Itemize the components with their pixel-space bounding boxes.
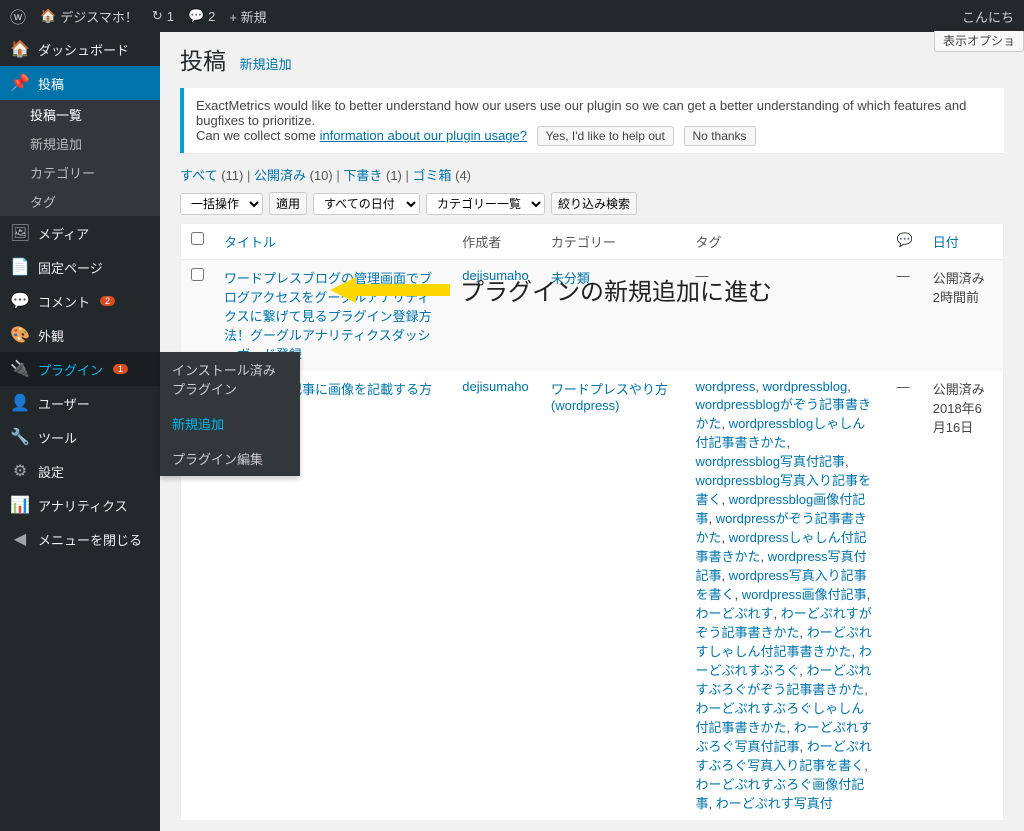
pin-icon: 📌	[10, 73, 30, 93]
row-checkbox[interactable]	[191, 268, 204, 281]
dashboard-icon: 🏠	[10, 39, 30, 59]
comments-indicator[interactable]: 💬 2	[188, 8, 215, 24]
post-date: 公開済み2時間前	[923, 260, 1003, 371]
sidebar-posts-cat[interactable]: カテゴリー	[0, 158, 160, 187]
post-author-link[interactable]: dejisumaho	[462, 379, 529, 394]
table-row: ワードプレスブログの管理画面でブログアクセスをグーグルアナリティクスに繋げて見る…	[181, 260, 1003, 371]
notice-no-button[interactable]: No thanks	[684, 126, 756, 146]
post-date: 公開済み2018年6月16日	[923, 371, 1003, 820]
sidebar-analytics[interactable]: 📊アナリティクス	[0, 488, 160, 522]
flyout-installed[interactable]: インストール済みプラグイン	[160, 352, 300, 406]
post-category-link[interactable]: 未分類	[551, 271, 590, 286]
post-tags: —	[685, 260, 886, 371]
tag-link[interactable]: わーどぷれす写真付	[716, 796, 833, 811]
tag-link[interactable]: wordpressblogしゃしん付記事書きかた	[695, 416, 865, 450]
post-comments: —	[887, 260, 923, 371]
tag-link[interactable]: wordpress	[695, 379, 755, 394]
sidebar-posts-new[interactable]: 新規追加	[0, 129, 160, 158]
collapse-icon: ◀	[10, 529, 30, 549]
sidebar-settings[interactable]: ⚙設定	[0, 454, 160, 488]
plugins-badge: 1	[113, 364, 128, 374]
sidebar-tools[interactable]: 🔧ツール	[0, 420, 160, 454]
sidebar-comments[interactable]: 💬コメント2	[0, 284, 160, 318]
category-filter-select[interactable]: カテゴリー一覧	[426, 193, 545, 215]
filter-button[interactable]	[551, 192, 637, 215]
sidebar-plugins[interactable]: 🔌プラグイン1	[0, 352, 160, 386]
col-author: 作成者	[452, 224, 541, 260]
notice-yes-button[interactable]: Yes, I'd like to help out	[537, 126, 674, 146]
greeting[interactable]: こんにち	[962, 7, 1014, 26]
notice-link[interactable]: information about our plugin usage?	[320, 128, 527, 143]
col-tags: タグ	[685, 224, 886, 260]
sidebar-appearance[interactable]: 🎨外観	[0, 318, 160, 352]
bulk-action-select[interactable]: 一括操作	[180, 193, 263, 215]
wp-logo-icon[interactable]: ⓦ	[10, 4, 26, 28]
post-tags: wordpress, wordpressblog, wordpressblogが…	[685, 371, 886, 820]
plugins-flyout: インストール済みプラグイン 新規追加 プラグイン編集	[160, 352, 300, 476]
updates[interactable]: ↻ 1	[152, 8, 174, 24]
media-icon: 🖼	[10, 223, 30, 243]
post-comments: —	[887, 371, 923, 820]
filter-published[interactable]: 公開済み	[254, 168, 306, 183]
users-icon: 👤	[10, 393, 30, 413]
appearance-icon: 🎨	[10, 325, 30, 345]
sidebar-posts-all[interactable]: 投稿一覧	[0, 100, 160, 129]
add-new-button[interactable]: 新規追加	[240, 57, 292, 72]
col-date[interactable]: 日付	[933, 235, 959, 250]
pages-icon: 📄	[10, 257, 30, 277]
sidebar-users[interactable]: 👤ユーザー	[0, 386, 160, 420]
filter-draft[interactable]: 下書き	[343, 168, 382, 183]
tag-link[interactable]: わーどぷれす	[695, 606, 773, 621]
apply-button[interactable]	[269, 192, 307, 215]
table-row: ブログ内の記事に画像を記載する方法！dejisumahoワードプレスやり方(wo…	[181, 371, 1003, 820]
col-category: カテゴリー	[541, 224, 686, 260]
sidebar-dashboard[interactable]: 🏠ダッシュボード	[0, 32, 160, 66]
sidebar-pages[interactable]: 📄固定ページ	[0, 250, 160, 284]
tools-icon: 🔧	[10, 427, 30, 447]
status-filters: すべて (11) | 公開済み (10) | 下書き (1) | ゴミ箱 (4)	[180, 165, 1004, 184]
notice: ExactMetrics would like to better unders…	[180, 88, 1004, 153]
post-category-link[interactable]: ワードプレスやり方(wordpress)	[551, 382, 668, 413]
col-comments: 💬	[887, 224, 923, 260]
tag-link[interactable]: wordpressblog	[763, 379, 848, 394]
sidebar-posts[interactable]: 📌投稿	[0, 66, 160, 100]
col-title[interactable]: タイトル	[224, 235, 276, 250]
flyout-edit[interactable]: プラグイン編集	[160, 441, 300, 476]
tag-link[interactable]: wordpressblog写真付記事	[695, 454, 845, 469]
plugins-icon: 🔌	[10, 359, 30, 379]
post-title-link[interactable]: ワードプレスブログの管理画面でブログアクセスをグーグルアナリティクスに繋げて見る…	[224, 271, 432, 362]
flyout-add-new[interactable]: 新規追加	[160, 406, 300, 441]
screen-options-button[interactable]: 表示オプショ	[934, 31, 1024, 52]
sidebar-media[interactable]: 🖼メディア	[0, 216, 160, 250]
site-name[interactable]: 🏠 デジスマホ！	[40, 7, 138, 26]
post-author-link[interactable]: dejisumaho	[462, 268, 529, 283]
filter-all[interactable]: すべて	[180, 168, 218, 183]
sidebar-collapse[interactable]: ◀メニューを閉じる	[0, 522, 160, 556]
comments-badge: 2	[100, 296, 115, 306]
notice-line2: Can we collect some	[196, 128, 320, 143]
new-content[interactable]: + 新規	[229, 7, 266, 26]
analytics-icon: 📊	[10, 495, 30, 515]
comments-icon: 💬	[10, 291, 30, 311]
sidebar-posts-tag[interactable]: タグ	[0, 187, 160, 216]
select-all-checkbox[interactable]	[191, 232, 204, 245]
settings-icon: ⚙	[10, 461, 30, 481]
page-title: 投稿	[180, 42, 226, 76]
date-filter-select[interactable]: すべての日付	[313, 193, 420, 215]
filter-trash[interactable]: ゴミ箱	[412, 168, 451, 183]
tag-link[interactable]: wordpress画像付記事	[742, 587, 867, 602]
notice-line1: ExactMetrics would like to better unders…	[196, 98, 992, 128]
